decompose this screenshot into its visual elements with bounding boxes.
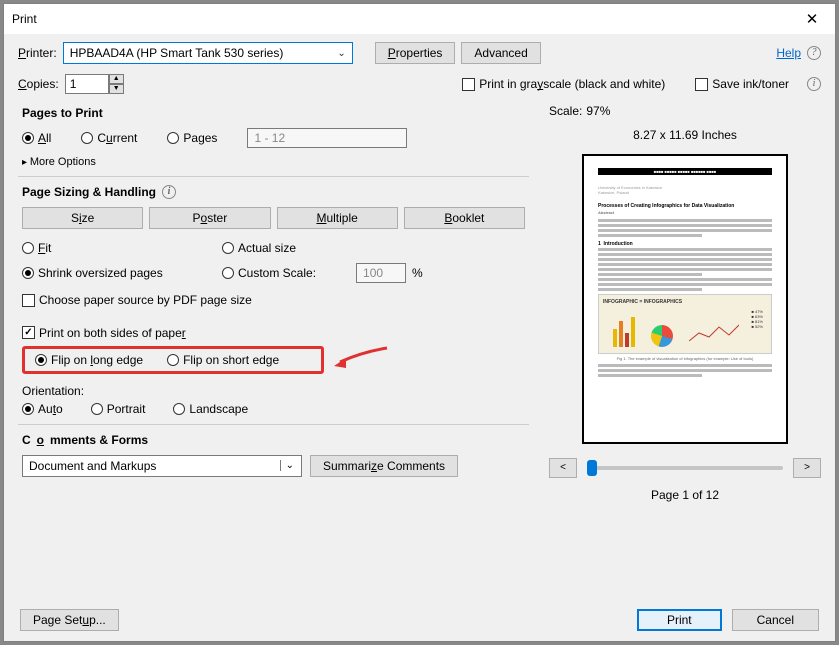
sizing-title: Page Sizing & Handling i xyxy=(22,185,525,199)
radio-icon xyxy=(81,132,93,144)
cancel-button[interactable]: Cancel xyxy=(732,609,819,631)
duplex-highlight: Flip on long edge Flip on short edge xyxy=(22,346,324,374)
radio-shrink[interactable]: Shrink oversized pages xyxy=(22,266,182,280)
radio-icon xyxy=(22,242,34,254)
page-setup-button[interactable]: Page Setup... xyxy=(20,609,119,631)
save-ink-label: Save ink/toner xyxy=(712,77,789,91)
copies-input[interactable] xyxy=(65,74,109,94)
printer-select[interactable]: HPBAAD4A (HP Smart Tank 530 series) ⌄ xyxy=(63,42,353,64)
radio-portrait[interactable]: Portrait xyxy=(91,402,146,416)
comments-title: Comments & Forms xyxy=(22,433,525,447)
both-sides-checkbox[interactable]: Print on both sides of paper xyxy=(22,326,186,340)
radio-custom[interactable]: Custom Scale: xyxy=(222,266,316,280)
radio-icon xyxy=(35,354,47,366)
close-icon[interactable]: ✕ xyxy=(797,10,827,28)
radio-fit[interactable]: Fit xyxy=(22,241,182,255)
radio-icon xyxy=(167,132,179,144)
more-options-toggle[interactable]: More Options xyxy=(22,156,525,168)
grayscale-checkbox[interactable]: Print in grayscale (black and white) xyxy=(462,77,665,91)
print-dialog: Print ✕ Printer: HPBAAD4A (HP Smart Tank… xyxy=(3,3,836,642)
custom-scale-input[interactable] xyxy=(356,263,406,283)
advanced-button[interactable]: Advanced xyxy=(461,42,540,64)
page-range-input[interactable] xyxy=(247,128,407,148)
poster-button[interactable]: Poster xyxy=(149,207,270,229)
dialog-content: Printer: HPBAAD4A (HP Smart Tank 530 ser… xyxy=(4,34,835,641)
radio-actual[interactable]: Actual size xyxy=(222,241,296,255)
spin-up-icon[interactable]: ▲ xyxy=(109,74,124,84)
slider-thumb[interactable] xyxy=(587,460,597,476)
checkbox-icon xyxy=(695,78,708,91)
radio-flip-long[interactable]: Flip on long edge xyxy=(35,353,143,367)
chevron-down-icon: ⌄ xyxy=(280,460,299,471)
booklet-button[interactable]: Booklet xyxy=(404,207,525,229)
printer-value: HPBAAD4A (HP Smart Tank 530 series) xyxy=(70,46,284,60)
titlebar: Print ✕ xyxy=(4,4,835,34)
printer-row: Printer: HPBAAD4A (HP Smart Tank 530 ser… xyxy=(18,42,821,64)
infographic-thumbnail: INFOGRAPHIC = INFOGRAPHICS ■ 47%■ 63%■ 8… xyxy=(598,294,772,354)
print-button[interactable]: Print xyxy=(637,609,722,631)
next-page-button[interactable]: > xyxy=(793,458,821,478)
spin-down-icon[interactable]: ▼ xyxy=(109,84,124,94)
radio-icon xyxy=(167,354,179,366)
radio-all[interactable]: All xyxy=(22,131,51,145)
radio-pages[interactable]: Pages xyxy=(167,131,217,145)
scale-value: 97% xyxy=(586,104,610,118)
red-arrow-annotation xyxy=(332,344,392,374)
page-indicator: Page 1 of 12 xyxy=(549,488,821,502)
preview-dimensions: 8.27 x 11.69 Inches xyxy=(549,128,821,142)
help-link[interactable]: Help xyxy=(776,46,801,60)
radio-icon xyxy=(222,267,234,279)
size-button[interactable]: Size xyxy=(22,207,143,229)
summarize-button[interactable]: Summarize Comments xyxy=(310,455,458,477)
info-icon[interactable]: i xyxy=(807,77,821,91)
checkbox-icon xyxy=(22,326,35,339)
checkbox-icon xyxy=(22,294,35,307)
page-slider[interactable] xyxy=(587,466,783,470)
radio-icon xyxy=(173,403,185,415)
percent-label: % xyxy=(412,266,423,280)
scale-label: Scale: xyxy=(549,104,582,118)
radio-auto[interactable]: Auto xyxy=(22,402,63,416)
radio-icon xyxy=(91,403,103,415)
dialog-title: Print xyxy=(12,12,37,26)
radio-icon xyxy=(222,242,234,254)
radio-current[interactable]: Current xyxy=(81,131,137,145)
prev-page-button[interactable]: < xyxy=(549,458,577,478)
grayscale-label: Print in grayscale (black and white) xyxy=(479,77,665,91)
copies-stepper[interactable]: ▲ ▼ xyxy=(65,74,124,94)
printer-label: Printer: xyxy=(18,46,57,60)
radio-icon xyxy=(22,403,34,415)
copies-row: Copies: ▲ ▼ Print in grayscale (black an… xyxy=(18,74,821,94)
radio-landscape[interactable]: Landscape xyxy=(173,402,248,416)
page-preview: ■■■■ ■■■■■ ■■■■■ ■■■■■■ ■■■■ University … xyxy=(582,154,788,444)
save-ink-checkbox[interactable]: Save ink/toner xyxy=(695,77,789,91)
radio-flip-short[interactable]: Flip on short edge xyxy=(167,353,279,367)
scale-row: Scale: 97% xyxy=(549,104,821,118)
properties-button[interactable]: Properties xyxy=(375,42,456,64)
multiple-button[interactable]: Multiple xyxy=(277,207,398,229)
comments-select[interactable]: Document and Markups ⌄ xyxy=(22,455,302,477)
choose-paper-checkbox[interactable]: Choose paper source by PDF page size xyxy=(22,293,252,307)
pages-to-print-title: Pages to Print xyxy=(22,106,525,120)
comments-value: Document and Markups xyxy=(29,459,156,473)
radio-icon xyxy=(22,267,34,279)
checkbox-icon xyxy=(462,78,475,91)
help-info-icon[interactable]: ? xyxy=(807,46,821,60)
copies-label: Copies: xyxy=(18,77,59,91)
info-icon[interactable]: i xyxy=(162,185,176,199)
radio-icon xyxy=(22,132,34,144)
chevron-down-icon: ⌄ xyxy=(333,48,349,59)
orientation-label: Orientation: xyxy=(22,384,525,398)
